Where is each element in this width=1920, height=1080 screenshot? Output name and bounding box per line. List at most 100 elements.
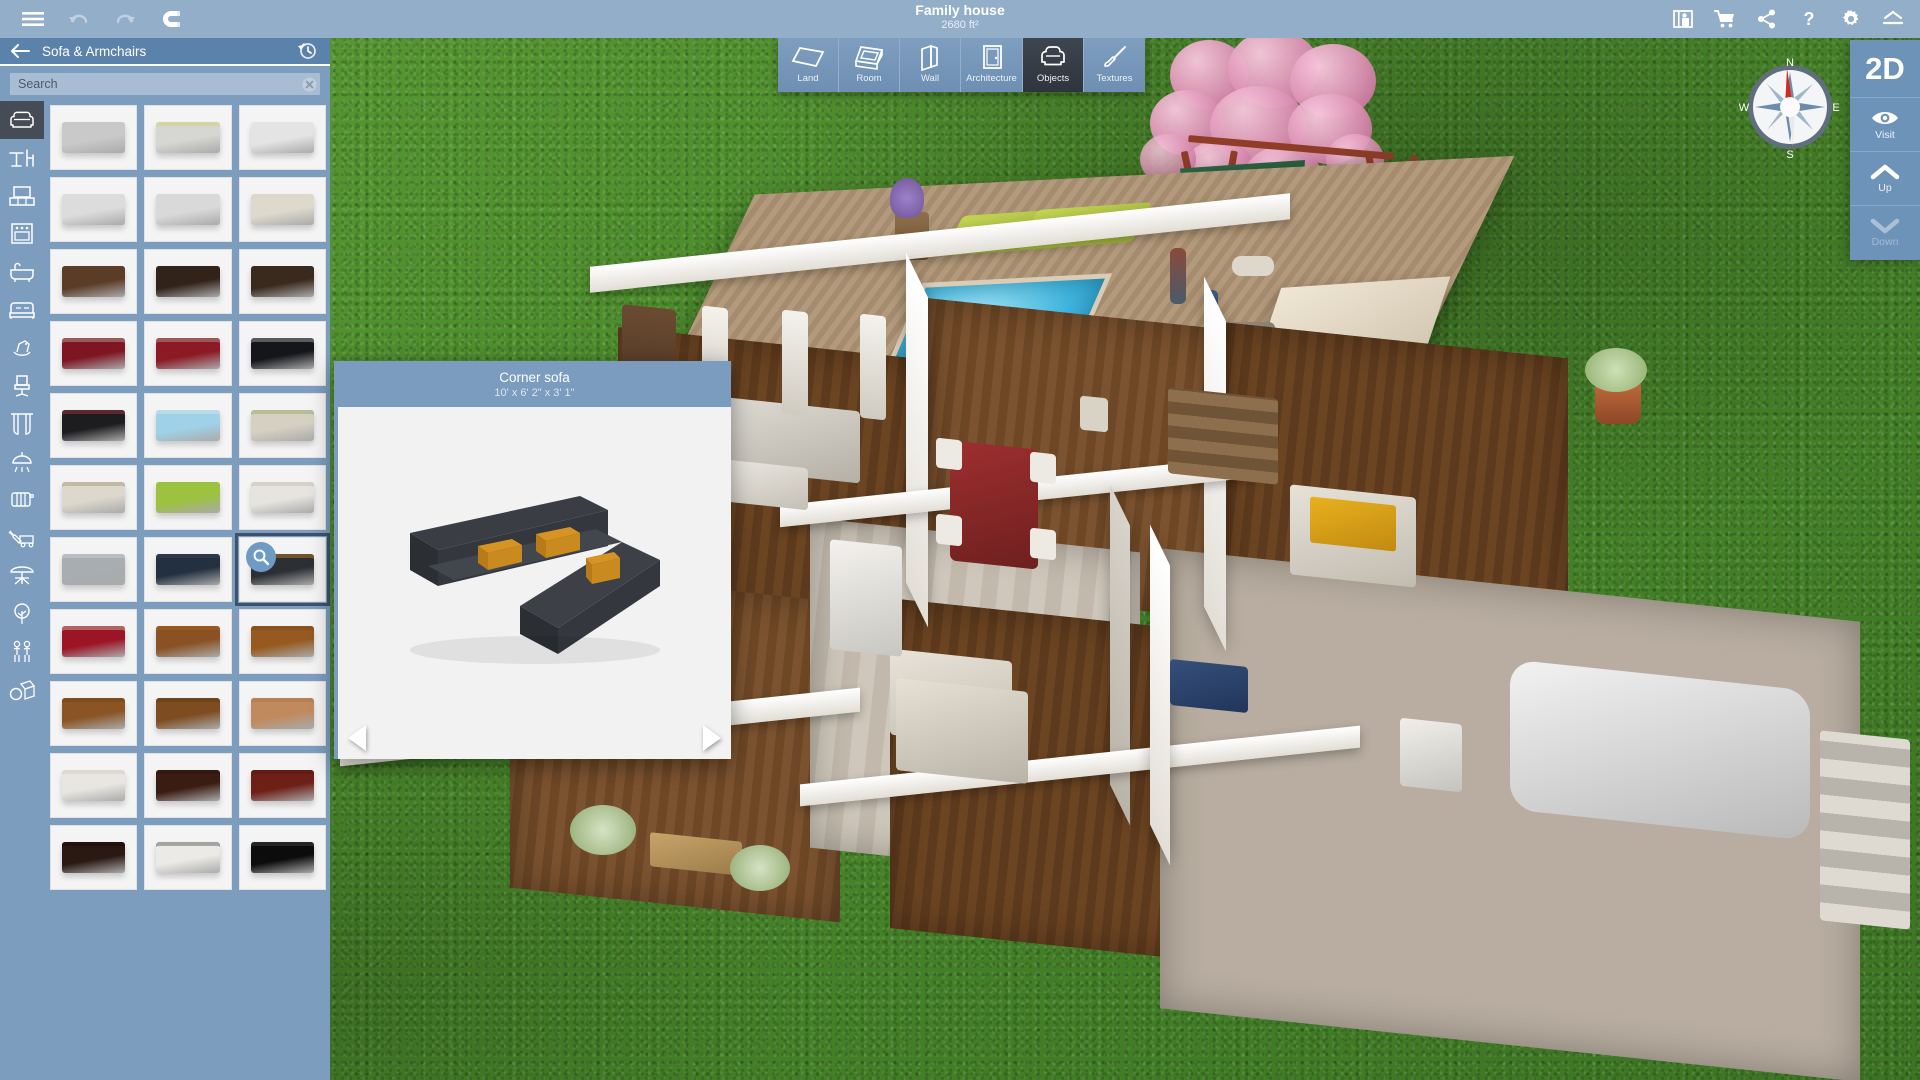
tab-objects[interactable]: Objects — [1023, 36, 1084, 92]
search-box[interactable] — [10, 73, 320, 95]
collapse-icon[interactable] — [1872, 0, 1914, 38]
catalog-item[interactable] — [50, 321, 138, 386]
compass[interactable]: N E S W — [1735, 52, 1845, 162]
sidebar-item-garden[interactable] — [0, 557, 44, 595]
gallery-icon[interactable] — [1662, 0, 1704, 38]
sidebar-item-lighting[interactable] — [0, 443, 44, 481]
undo-icon[interactable] — [56, 0, 102, 38]
search-input[interactable] — [10, 77, 298, 91]
catalog-item-thumbnail — [156, 194, 220, 225]
catalog-item[interactable] — [144, 105, 232, 170]
catalog-item[interactable] — [50, 681, 138, 746]
tab-wall[interactable]: Wall — [900, 36, 961, 92]
clear-search-icon[interactable] — [298, 77, 320, 92]
redo-icon[interactable] — [102, 0, 148, 38]
previous-object-button[interactable] — [348, 725, 366, 751]
sidebar-item-tables-chairs[interactable] — [0, 139, 44, 177]
catalog-item[interactable] — [238, 753, 326, 818]
entry-shrub — [570, 805, 636, 855]
catalog-item[interactable] — [144, 609, 232, 674]
sidebar-item-sofa[interactable] — [0, 101, 44, 139]
tab-textures[interactable]: Textures — [1084, 36, 1145, 92]
sidebar-item-misc[interactable] — [0, 671, 44, 709]
catalog-item-thumbnail — [250, 626, 314, 657]
dog — [1232, 256, 1274, 276]
gear-icon[interactable] — [1830, 0, 1872, 38]
catalog-item-thumbnail — [156, 842, 220, 873]
catalog-item[interactable] — [144, 393, 232, 458]
preview-stage[interactable] — [338, 407, 731, 719]
catalog-item[interactable] — [144, 321, 232, 386]
tab-room[interactable]: Room — [839, 36, 900, 92]
catalog-item[interactable] — [144, 465, 232, 530]
catalog-item[interactable] — [238, 825, 326, 890]
catalog-item[interactable] — [238, 465, 326, 530]
sidebar-item-kitchen[interactable] — [0, 215, 44, 253]
catalog-item[interactable] — [50, 465, 138, 530]
magnifier-icon[interactable] — [245, 542, 276, 572]
toggle-2d-button[interactable]: 2D — [1850, 40, 1920, 98]
catalog-item-thumbnail — [62, 266, 126, 297]
catalog-item[interactable] — [144, 537, 232, 602]
catalog-item[interactable] — [144, 249, 232, 314]
catalog-item[interactable] — [144, 825, 232, 890]
back-icon[interactable] — [10, 44, 36, 58]
next-object-button[interactable] — [703, 725, 721, 751]
office-desk — [896, 678, 1028, 784]
sidebar-item-bathroom[interactable] — [0, 253, 44, 291]
tab-architecture[interactable]: Architecture — [961, 36, 1023, 92]
sidebar-item-heating[interactable] — [0, 481, 44, 519]
catalog-item[interactable] — [50, 105, 138, 170]
up-button[interactable]: Up — [1850, 152, 1920, 206]
view-control-panel: 2D Visit Up Down — [1850, 40, 1920, 260]
catalog-item[interactable] — [50, 249, 138, 314]
catalog-item[interactable] — [238, 177, 326, 242]
sidebar-item-people[interactable] — [0, 633, 44, 671]
catalog-item[interactable] — [50, 825, 138, 890]
share-icon[interactable] — [1746, 0, 1788, 38]
entry-shrub — [730, 845, 790, 891]
catalog-item[interactable] — [238, 609, 326, 674]
catalog-item[interactable] — [234, 533, 330, 606]
history-icon[interactable] — [294, 41, 320, 61]
sidebar-item-office[interactable] — [0, 367, 44, 405]
catalog-item[interactable] — [238, 681, 326, 746]
mode-toolbar: Land Room Wall Architecture Objects Text… — [778, 36, 1145, 92]
catalog-item[interactable] — [144, 681, 232, 746]
catalog-item[interactable] — [144, 177, 232, 242]
catalog-item[interactable] — [50, 753, 138, 818]
catalog-item[interactable] — [50, 609, 138, 674]
sidebar-item-plants[interactable] — [0, 595, 44, 633]
cart-icon[interactable] — [1704, 0, 1746, 38]
bed-blanket — [1310, 496, 1396, 552]
catalog-item[interactable] — [238, 105, 326, 170]
title-bar: Family house 2680 ft² ? — [0, 0, 1920, 38]
catalog-item[interactable] — [238, 393, 326, 458]
tab-land[interactable]: Land — [778, 36, 839, 92]
menu-icon[interactable] — [10, 0, 56, 38]
dining-chair — [1030, 451, 1056, 485]
visit-button[interactable]: Visit — [1850, 98, 1920, 152]
catalog-item-thumbnail — [250, 482, 314, 513]
sidebar-item-bedroom[interactable] — [0, 291, 44, 329]
catalog-item[interactable] — [50, 537, 138, 602]
compass-west: W — [1739, 102, 1750, 114]
catalog-item[interactable] — [50, 177, 138, 242]
preview-dimensions: 10' x 6' 2" x 3' 1" — [494, 386, 575, 399]
sidebar-item-tools-vehicles[interactable] — [0, 519, 44, 557]
catalog-item-thumbnail — [156, 698, 220, 729]
catalog-item[interactable] — [50, 393, 138, 458]
catalog-grid-wrap[interactable] — [44, 101, 330, 1080]
catalog-item[interactable] — [238, 321, 326, 386]
land-icon — [791, 42, 825, 72]
sidebar-item-curtains[interactable] — [0, 405, 44, 443]
catalog-item[interactable] — [144, 753, 232, 818]
catalog-item-thumbnail — [156, 554, 220, 585]
sidebar-item-kids[interactable] — [0, 329, 44, 367]
catalog-item[interactable] — [238, 249, 326, 314]
magnet-icon[interactable] — [148, 0, 194, 38]
tab-room-label: Room — [856, 73, 882, 84]
catalog-item-thumbnail — [250, 122, 314, 153]
help-icon[interactable]: ? — [1788, 0, 1830, 38]
sidebar-item-tv-media[interactable] — [0, 177, 44, 215]
